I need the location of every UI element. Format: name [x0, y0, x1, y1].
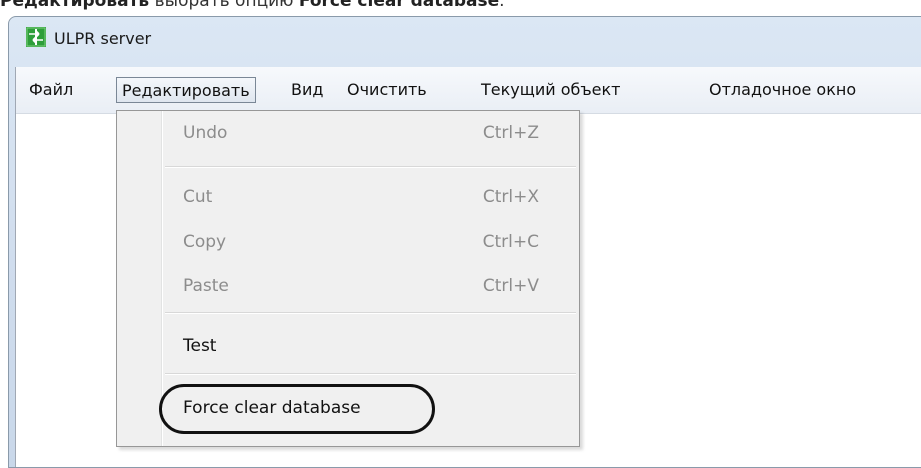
menu-separator [165, 312, 576, 314]
copy-shortcut: Ctrl+C [482, 232, 539, 252]
menu-edit[interactable]: Редактировать [116, 77, 256, 103]
menu-item-undo[interactable]: Undo Ctrl+Z [183, 118, 539, 148]
menu-debug-window[interactable]: Отладочное окно [704, 77, 861, 103]
caption-option-name: Force clear database [298, 0, 500, 11]
paste-shortcut: Ctrl+V [482, 276, 539, 296]
window-title: ULPR server [54, 29, 152, 48]
caption-menu-name: Редактировать [0, 0, 150, 11]
menu-file[interactable]: Файл [24, 77, 78, 103]
instruction-caption: Редактировать выбрать опцию Force clear … [0, 0, 921, 13]
menu-current-object[interactable]: Текущий объект [476, 77, 626, 103]
caption-end: . [499, 0, 505, 11]
cut-label: Cut [183, 187, 213, 207]
copy-label: Copy [183, 232, 227, 252]
undo-shortcut: Ctrl+Z [482, 123, 539, 143]
paste-label: Paste [183, 276, 229, 296]
cut-shortcut: Ctrl+X [482, 187, 539, 207]
menu-item-paste[interactable]: Paste Ctrl+V [183, 271, 539, 301]
menu-item-cut[interactable]: Cut Ctrl+X [183, 182, 539, 212]
menu-bar: Файл Редактировать Вид Очистить Текущий … [16, 67, 921, 114]
title-bar[interactable]: ULPR server [9, 17, 921, 65]
test-label: Test [183, 336, 217, 356]
ulpr-app-icon [26, 27, 46, 47]
menu-clear[interactable]: Очистить [342, 77, 432, 103]
undo-label: Undo [183, 123, 228, 143]
menu-view[interactable]: Вид [286, 77, 328, 103]
menu-separator [165, 166, 576, 168]
highlight-ellipse [159, 384, 435, 434]
menu-item-copy[interactable]: Copy Ctrl+C [183, 227, 539, 257]
menu-item-test[interactable]: Test [183, 331, 539, 361]
caption-text: выбрать опцию [149, 0, 299, 11]
menu-separator [165, 373, 576, 375]
